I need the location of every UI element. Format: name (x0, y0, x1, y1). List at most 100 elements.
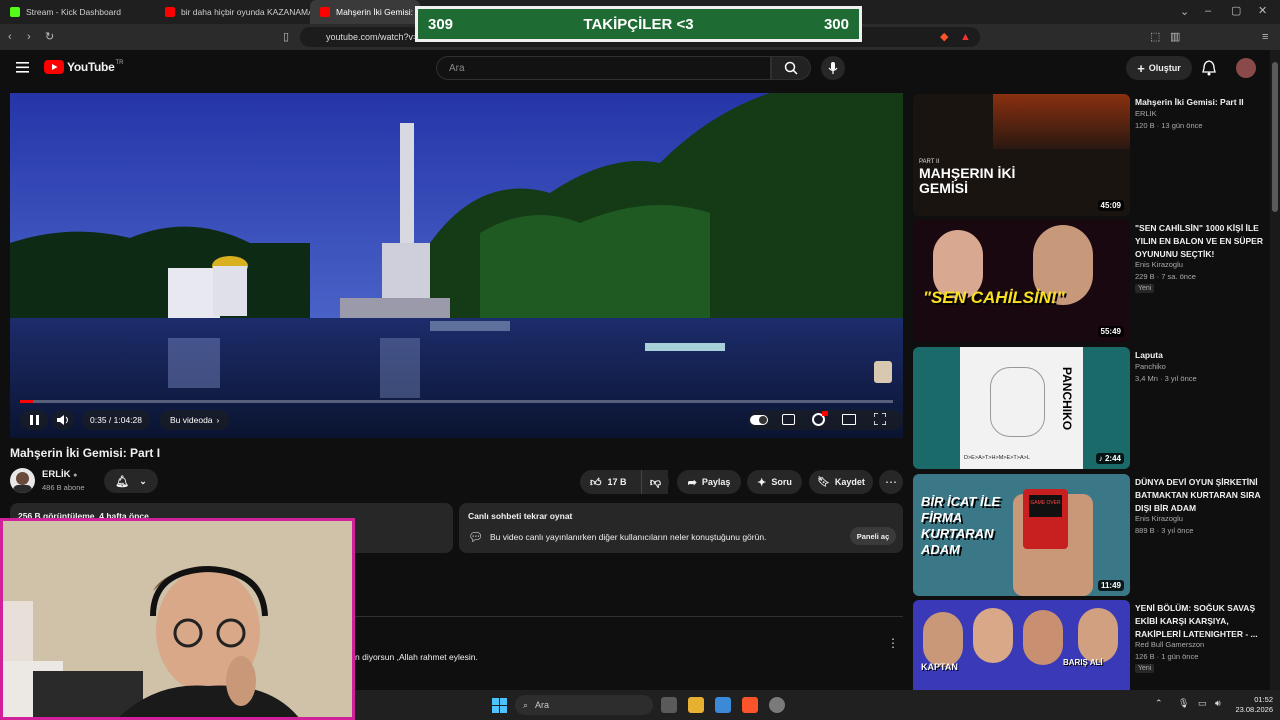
youtube-icon (165, 7, 175, 17)
subscriber-count: 486 B abone (42, 483, 85, 492)
share-label: Paylaş (701, 477, 731, 487)
recommendation-item[interactable]: PANCHIKO D>E>A>T>H>M>E>T>A>L ♪ 2:44 Lapu… (913, 347, 1268, 469)
voice-search-button[interactable] (821, 56, 845, 80)
back-icon[interactable]: ‹ (8, 31, 12, 43)
thumbnail-fire-sky (993, 94, 1130, 149)
close-icon[interactable]: ✕ (1258, 5, 1267, 17)
recommendation-item[interactable]: GAME OVER BİR İCAT İLE FİRMA KURTARAN AD… (913, 474, 1268, 596)
obs-icon[interactable] (769, 697, 785, 713)
time-text: 0:35 / 1:04:28 (90, 415, 142, 425)
recommendation-item[interactable]: KAPTAN BARIŞ ALİ YENİ BÖLÜM: SOĞUK SAVAŞ… (913, 600, 1268, 690)
open-panel-button[interactable]: Paneli aç (850, 527, 896, 545)
youtube-play-icon (44, 60, 64, 74)
progress-bar[interactable] (20, 400, 893, 403)
dislike-button[interactable]: 👎︎ (641, 470, 669, 494)
recommendation-thumbnail: KAPTAN BARIŞ ALİ (913, 600, 1130, 690)
bell-icon: 🔔︎ (115, 475, 130, 488)
notifications-bell-icon[interactable] (1202, 60, 1216, 76)
clock-date: 23.08.2026 (1235, 705, 1273, 714)
recommendation-title: Mahşerin İki Gemisi: Part II (1135, 97, 1244, 107)
more-actions-button[interactable]: ⋯ (879, 470, 903, 494)
youtube-logo[interactable]: YouTube TR (44, 60, 123, 74)
channel-watermark[interactable] (874, 361, 892, 383)
recommendation-item[interactable]: "SEN CAHİLSİN!" 55:49 "SEN CAHİLSİN" 100… (913, 220, 1268, 342)
menu-icon[interactable]: ≡ (1262, 31, 1268, 43)
save-button[interactable]: 🔖︎ Kaydet (809, 470, 873, 494)
video-title: Mahşerin İki Gemisi: Part I (10, 446, 161, 460)
brave-rewards-icon[interactable]: ▲ (960, 31, 971, 43)
overlay-left-count: 309 (428, 15, 454, 33)
avatar[interactable] (1236, 58, 1256, 78)
thumbnail-person (973, 608, 1013, 663)
recommendation-meta: 229 B · 7 sa. önce (1135, 272, 1196, 281)
maximize-icon[interactable]: ▢ (1231, 5, 1241, 17)
channel-avatar[interactable] (10, 468, 35, 493)
time-display: 0:35 / 1:04:28 (82, 410, 150, 430)
browser-tab-youtube-active[interactable]: Mahşerin İki Gemisi: Part I (310, 0, 420, 24)
fullscreen-icon[interactable] (874, 413, 886, 425)
chat-replay-description: Bu video canlı yayınlanırken diğer kulla… (490, 532, 767, 542)
page-scrollbar[interactable] (1270, 50, 1280, 690)
autoplay-toggle[interactable] (750, 415, 768, 425)
search-button[interactable] (771, 56, 811, 80)
forward-icon[interactable]: › (27, 31, 31, 43)
store-icon[interactable] (715, 697, 731, 713)
search-input[interactable]: Ara (436, 56, 771, 80)
like-count: 17 B (607, 477, 627, 487)
brave-browser-icon[interactable] (742, 697, 758, 713)
bookmark-icon[interactable]: ▯ (283, 31, 289, 43)
share-button[interactable]: ➦ Paylaş (677, 470, 741, 494)
sidebar-icon[interactable]: ▥ (1170, 31, 1180, 43)
youtube-icon (320, 7, 330, 17)
windows-start-icon[interactable] (492, 698, 507, 713)
comment-more-icon[interactable]: ⋮ (887, 636, 899, 650)
mute-button[interactable] (52, 410, 74, 430)
microphone-icon[interactable]: 🎙︎ (1178, 698, 1189, 709)
subscription-bell-button[interactable]: 🔔︎ ⌄ (104, 469, 158, 493)
taskbar-search[interactable]: ⌕ Ara (515, 695, 653, 715)
scrollbar-thumb[interactable] (1272, 62, 1278, 212)
minimize-icon[interactable]: – (1205, 5, 1211, 17)
pause-button[interactable] (20, 410, 48, 430)
new-badge: Yeni (1135, 664, 1155, 673)
recommendation-meta: 126 B · 1 gün önce (1135, 652, 1199, 661)
tray-overflow-icon[interactable]: ⌃ (1155, 698, 1163, 709)
recommendation-thumbnail: GAME OVER BİR İCAT İLE FİRMA KURTARAN AD… (913, 474, 1130, 596)
windows-taskbar: ⌕ Ara ⌃ 🎙︎ ▭ 🔊︎ 01:52 23.08.2026 (355, 690, 1280, 720)
share-arrow-icon: ➦ (687, 476, 697, 489)
task-view-icon[interactable] (661, 697, 677, 713)
hamburger-menu-icon[interactable] (16, 62, 29, 73)
tab-title: Mahşerin İki Gemisi: Part I (336, 7, 420, 17)
browser-tab-kick[interactable]: Stream - Kick Dashboard (0, 0, 155, 24)
clock[interactable]: 01:52 23.08.2026 (1233, 695, 1273, 715)
extensions-icon[interactable]: ⬚ (1150, 31, 1160, 43)
chevron-down-icon: ⌄ (139, 475, 147, 486)
chapter-button[interactable]: Bu videoda › (160, 410, 230, 430)
network-icon[interactable]: ▭ (1198, 698, 1207, 709)
ask-button[interactable]: ✦ Soru (747, 470, 802, 494)
recommendation-channel: Red Bull Gamerszon (1135, 640, 1205, 649)
brave-shield-icon[interactable]: ◆ (940, 31, 948, 43)
recommendation-channel: ERLİK (1135, 109, 1157, 118)
recommendation-thumbnail: PART II MAHŞERIN İKİ GEMİSİ 45:09 (913, 94, 1130, 216)
theater-mode-icon[interactable] (842, 414, 856, 425)
recommendation-channel: Enis Kirazoglu (1135, 514, 1183, 523)
create-button[interactable]: + Oluştur (1126, 56, 1192, 80)
chevron-down-icon[interactable]: ⌄ (1180, 6, 1189, 18)
thumbnail-subtitle: D>E>A>T>H>M>E>T>A>L (964, 455, 1030, 461)
subtitles-icon[interactable] (782, 414, 795, 425)
video-player[interactable]: 0:35 / 1:04:28 Bu videoda › (10, 93, 903, 438)
thumbnail-title: BİR İCAT İLE FİRMA KURTARAN ADAM (921, 494, 1001, 557)
volume-icon[interactable]: 🔊︎ (1215, 698, 1221, 709)
recommendation-item[interactable]: PART II MAHŞERIN İKİ GEMİSİ 45:09 Mahşer… (913, 94, 1268, 216)
thumbnail-person (1078, 608, 1118, 663)
browser-tab-youtube-1[interactable]: bir daha hiçbir oyunda KAZANAMAYACAĞIM (155, 0, 310, 24)
channel-name[interactable]: ERLİK ● (42, 469, 77, 480)
recommendation-thumbnail: PANCHIKO D>E>A>T>H>M>E>T>A>L ♪ 2:44 (913, 347, 1130, 469)
reload-icon[interactable]: ↻ (45, 31, 54, 43)
duration-text: 2:44 (1104, 454, 1121, 463)
thumbnail-subtitle: BARIŞ ALİ (1063, 658, 1103, 667)
volume-icon (57, 415, 68, 425)
plus-icon: + (1137, 60, 1145, 76)
file-explorer-icon[interactable] (688, 697, 704, 713)
